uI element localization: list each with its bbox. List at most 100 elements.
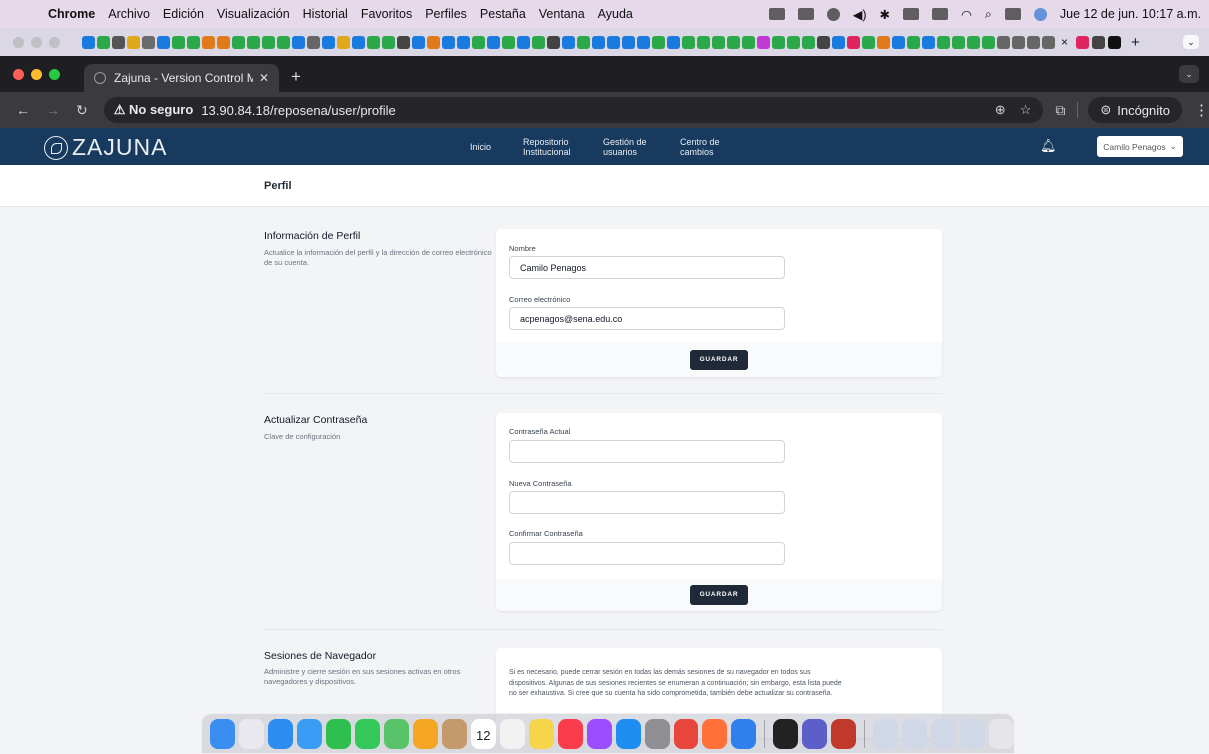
- notes-icon[interactable]: [528, 718, 554, 749]
- favicon[interactable]: [862, 35, 875, 49]
- file-icon[interactable]: [930, 718, 956, 749]
- favicon[interactable]: [997, 35, 1010, 49]
- zoom-window-icon[interactable]: [49, 68, 60, 80]
- favicon[interactable]: [1042, 35, 1055, 49]
- maps-icon[interactable]: [383, 718, 409, 749]
- zajuna-logo[interactable]: ZAJUNA: [44, 134, 167, 161]
- nav-repositorio[interactable]: Repositorio Institucional: [523, 137, 571, 157]
- menu-historial[interactable]: Historial: [303, 7, 348, 21]
- favicon[interactable]: [697, 35, 710, 49]
- favicon[interactable]: [82, 35, 95, 49]
- favicon[interactable]: [622, 35, 635, 49]
- favicon[interactable]: [397, 35, 410, 49]
- favicon[interactable]: [337, 35, 350, 49]
- password-save-button[interactable]: GUARDAR: [690, 585, 748, 605]
- chrome-icon[interactable]: [673, 718, 699, 749]
- address-bar[interactable]: ⚠ No seguro 13.90.84.18/reposena/user/pr…: [103, 97, 1044, 123]
- menu-archivo[interactable]: Archivo: [108, 7, 150, 21]
- current-password-input[interactable]: [509, 440, 785, 463]
- favicon[interactable]: [922, 35, 935, 49]
- minimize-window-icon[interactable]: [31, 68, 42, 80]
- photos-icon[interactable]: [412, 718, 438, 749]
- favicon[interactable]: [727, 35, 740, 49]
- facetime-icon[interactable]: [325, 718, 351, 749]
- forward-icon[interactable]: →: [46, 102, 60, 118]
- favicon[interactable]: [1027, 35, 1040, 49]
- favicon[interactable]: [772, 35, 785, 49]
- calendar-icon[interactable]: 12: [470, 718, 496, 749]
- menu-ventana[interactable]: Ventana: [539, 7, 585, 21]
- nav-centro-cambios[interactable]: Centro de cambios: [680, 137, 720, 157]
- reload-icon[interactable]: ↻: [76, 102, 88, 119]
- favicon[interactable]: [937, 35, 950, 49]
- status-app-icon[interactable]: [826, 7, 840, 21]
- favicon[interactable]: [1076, 35, 1090, 49]
- favicon[interactable]: [907, 35, 920, 49]
- vscode-icon[interactable]: [731, 718, 757, 749]
- chevron-down-icon[interactable]: ⌄: [1183, 35, 1199, 49]
- close-tab-icon[interactable]: ×: [1061, 35, 1068, 49]
- close-window-icon[interactable]: [13, 36, 24, 48]
- favicon[interactable]: [202, 35, 215, 49]
- podcasts-icon[interactable]: [586, 718, 612, 749]
- favicon[interactable]: [562, 35, 575, 49]
- wifi-icon[interactable]: ◠: [961, 7, 972, 22]
- favicon[interactable]: [307, 35, 320, 49]
- favicon[interactable]: [742, 35, 755, 49]
- battery-icon[interactable]: [902, 8, 919, 20]
- mail-icon[interactable]: [296, 718, 322, 749]
- minimize-window-icon[interactable]: [31, 36, 42, 48]
- favicon[interactable]: [412, 35, 425, 49]
- favicon[interactable]: [982, 35, 995, 49]
- favicon[interactable]: [322, 35, 335, 49]
- favicon[interactable]: [112, 35, 125, 49]
- favicon[interactable]: [847, 35, 860, 49]
- favicon[interactable]: [532, 35, 545, 49]
- favicon[interactable]: [442, 35, 455, 49]
- extensions-icon[interactable]: ⧉: [1055, 102, 1065, 119]
- favicon[interactable]: [817, 35, 830, 49]
- favicon[interactable]: [637, 35, 650, 49]
- zoom-icon[interactable]: ⊕: [995, 102, 1006, 118]
- nav-gestion-usuarios[interactable]: Gestión de usuarios: [603, 137, 647, 157]
- chevron-down-icon[interactable]: ⌄: [1179, 65, 1199, 83]
- favicon[interactable]: [892, 35, 905, 49]
- favicon[interactable]: [127, 35, 140, 49]
- file-icon[interactable]: [872, 718, 898, 749]
- settings-icon[interactable]: [644, 718, 670, 749]
- menu-favoritos[interactable]: Favoritos: [361, 7, 412, 21]
- app-store-icon[interactable]: [615, 718, 641, 749]
- app-icon[interactable]: [831, 718, 857, 749]
- favicon[interactable]: [652, 35, 665, 49]
- favicon[interactable]: [832, 35, 845, 49]
- confirm-password-input[interactable]: [509, 542, 785, 565]
- menu-visualizacion[interactable]: Visualización: [217, 7, 290, 21]
- bluetooth-icon[interactable]: ✱: [880, 7, 890, 22]
- close-tab-icon[interactable]: ✕: [259, 71, 269, 85]
- nav-inicio[interactable]: Inicio: [470, 142, 491, 152]
- url-text[interactable]: 13.90.84.18/reposena/user/profile: [201, 103, 395, 118]
- browser-tab[interactable]: Zajuna - Version Control Man ✕: [84, 64, 279, 92]
- favicon[interactable]: [952, 35, 965, 49]
- menu-edicion[interactable]: Edición: [163, 7, 204, 21]
- favicon[interactable]: [232, 35, 245, 49]
- favicon[interactable]: [472, 35, 485, 49]
- favicon[interactable]: [292, 35, 305, 49]
- profile-save-button[interactable]: GUARDAR: [690, 350, 748, 370]
- favicon[interactable]: [1012, 35, 1025, 49]
- safari-icon[interactable]: [267, 718, 293, 749]
- favicon[interactable]: [187, 35, 200, 49]
- menu-pestana[interactable]: Pestaña: [480, 7, 526, 21]
- favicon[interactable]: [577, 35, 590, 49]
- favicon[interactable]: [427, 35, 440, 49]
- teams-icon[interactable]: [802, 718, 828, 749]
- menu-chrome[interactable]: Chrome: [48, 7, 95, 21]
- favicon[interactable]: [517, 35, 530, 49]
- trash-icon[interactable]: [988, 718, 1014, 749]
- incognito-badge[interactable]: ⊜ Incógnito: [1088, 97, 1182, 123]
- new-tab-icon[interactable]: +: [291, 67, 301, 87]
- favicon[interactable]: [667, 35, 680, 49]
- favicon[interactable]: [592, 35, 605, 49]
- clock[interactable]: Jue 12 de jun. 10:17 a.m.: [1060, 7, 1201, 21]
- contacts-icon[interactable]: [441, 718, 467, 749]
